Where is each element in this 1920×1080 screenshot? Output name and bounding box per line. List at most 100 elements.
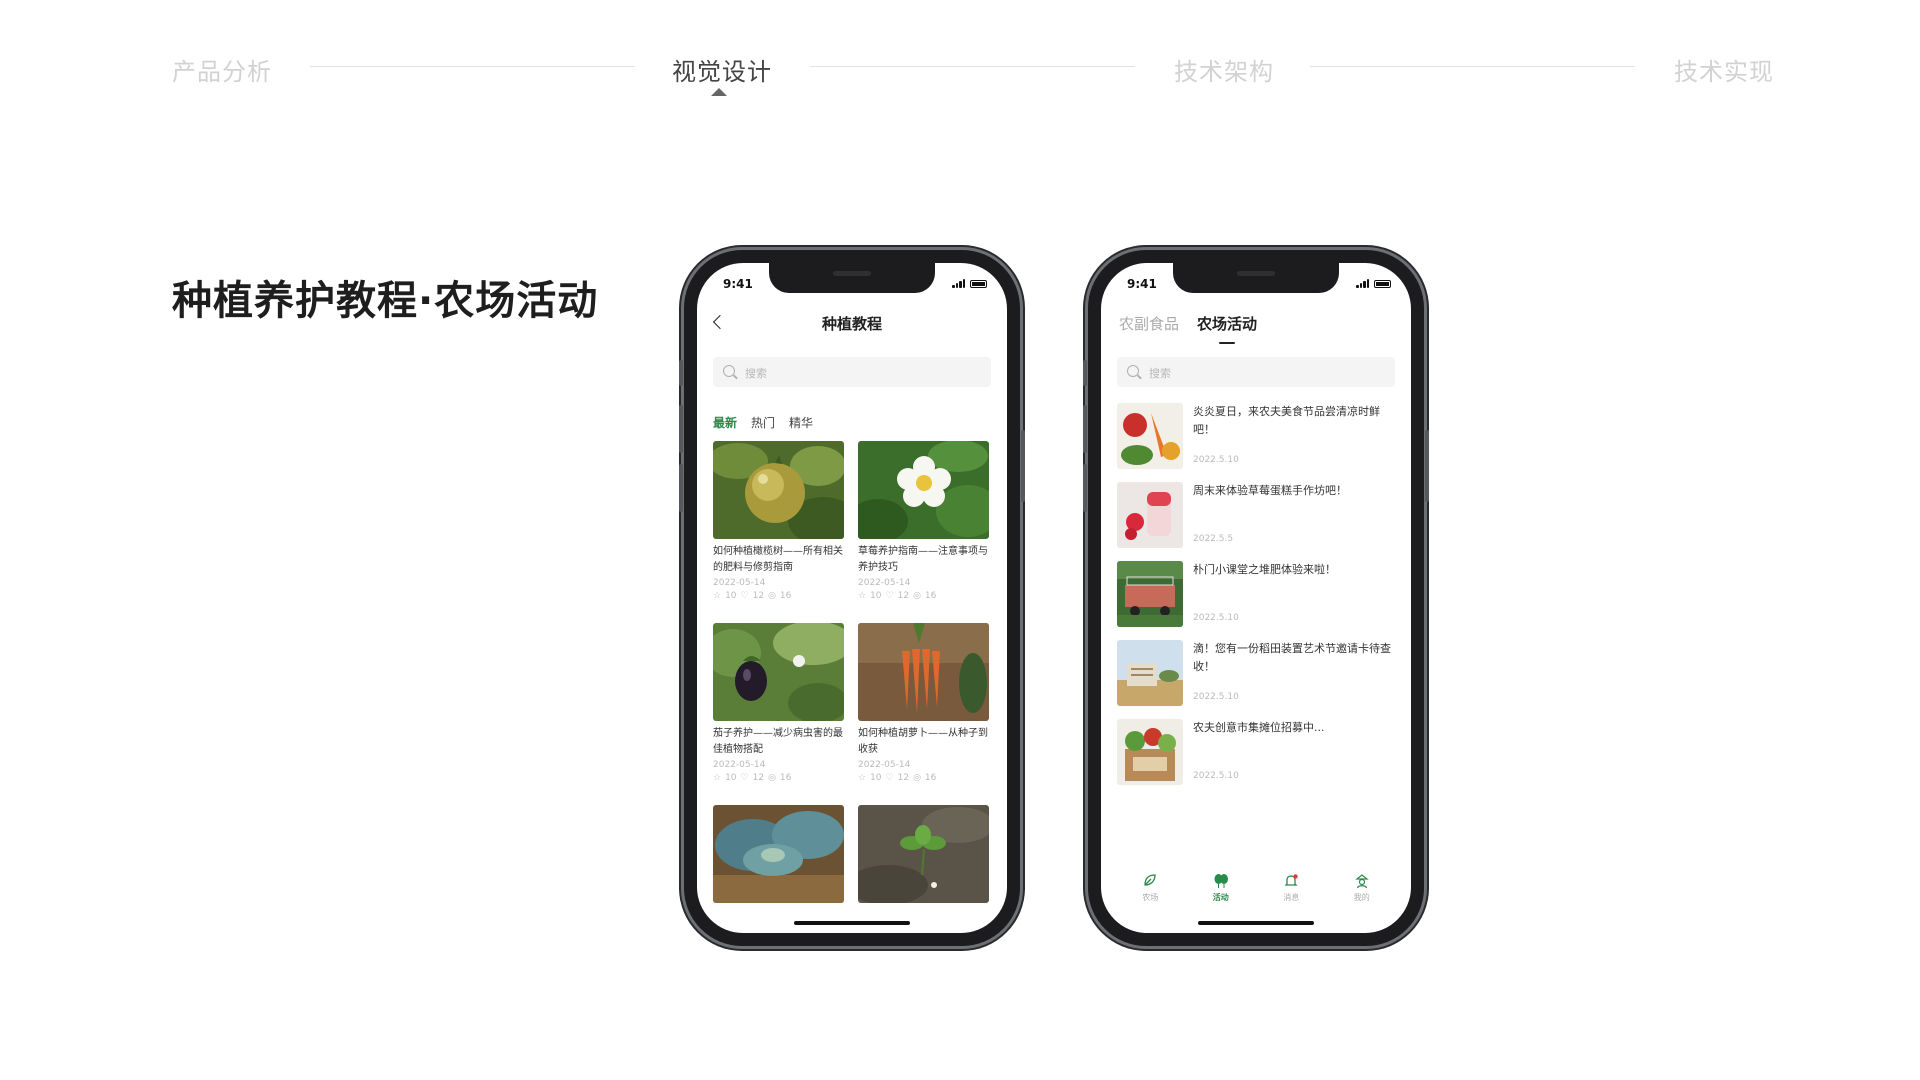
card-title: 如何种植橄榄树——所有相关的肥料与修剪指南 bbox=[713, 546, 843, 573]
tabbar-activities[interactable]: 活动 bbox=[1196, 873, 1246, 913]
list-item[interactable]: 朴门小课堂之堆肥体验来啦！ 2022.5.10 bbox=[1117, 561, 1397, 640]
step-divider bbox=[810, 66, 1135, 67]
home-indicator bbox=[794, 921, 910, 925]
battery-icon bbox=[970, 280, 987, 288]
card-title: 草莓养护指南——注意事项与养护技巧 bbox=[858, 546, 988, 573]
heart-icon: ♡ bbox=[885, 773, 894, 783]
view-count: 16 bbox=[924, 773, 937, 783]
green-tomato-photo bbox=[713, 441, 844, 539]
page-title: 种植教程 bbox=[821, 315, 882, 333]
phone-button bbox=[1083, 360, 1087, 386]
phone-notch bbox=[769, 263, 935, 293]
heart-icon: ♡ bbox=[740, 591, 749, 601]
item-date: 2022.5.10 bbox=[1193, 613, 1239, 623]
leaf-icon bbox=[1125, 873, 1175, 889]
star-icon: ☆ bbox=[858, 773, 867, 783]
farm-truck-photo bbox=[1117, 561, 1183, 627]
tutorial-card[interactable]: 草莓养护指南——注意事项与养护技巧 2022-05-14 ☆ 10 ♡ 12 ◎ 16 bbox=[858, 441, 989, 623]
like-count: 12 bbox=[752, 773, 765, 783]
eye-icon: ◎ bbox=[913, 773, 921, 783]
tutorial-card[interactable] bbox=[713, 805, 844, 933]
like-count: 12 bbox=[752, 591, 765, 601]
step-tech-architecture[interactable]: 技术架构 bbox=[1174, 52, 1274, 87]
tabbar-label: 消息 bbox=[1283, 893, 1300, 902]
tabbar-profile[interactable]: 我的 bbox=[1337, 873, 1387, 913]
step-visual-design[interactable]: 视觉设计 bbox=[672, 52, 772, 87]
list-item[interactable]: 滴！您有一份稻田装置艺术节邀请卡待查收！ 2022.5.10 bbox=[1117, 640, 1397, 719]
tab-farm-food[interactable]: 农副食品 bbox=[1119, 313, 1179, 334]
bell-icon bbox=[1266, 873, 1316, 889]
phone-notch bbox=[1173, 263, 1339, 293]
list-item[interactable]: 炎炎夏日，来农夫美食节品尝清凉时鲜吧！ 2022.5.10 bbox=[1117, 403, 1397, 482]
eye-icon: ◎ bbox=[913, 591, 921, 601]
tab-farm-activities[interactable]: 农场活动 bbox=[1197, 313, 1257, 344]
phone-mockup-tutorials: 9:41 种植教程 搜索 最新 热门 精华 如何种植橄榄树——所有相关的肥料与修… bbox=[679, 250, 1025, 946]
view-count: 16 bbox=[924, 591, 937, 601]
tab-featured[interactable]: 精华 bbox=[789, 414, 813, 431]
item-title: 朴门小课堂之堆肥体验来啦！ bbox=[1193, 563, 1336, 576]
tutorial-card[interactable]: 如何种植胡萝卜——从种子到收获 2022-05-14 ☆ 10 ♡ 12 ◎ 16 bbox=[858, 623, 989, 805]
eye-icon: ◎ bbox=[768, 773, 776, 783]
tutorial-card[interactable]: 茄子养护——减少病虫害的最佳植物搭配 2022-05-14 ☆ 10 ♡ 12 ◎ 1… bbox=[713, 623, 844, 805]
card-title: 如何种植胡萝卜——从种子到收获 bbox=[858, 728, 988, 755]
tutorial-card[interactable]: 如何种植橄榄树——所有相关的肥料与修剪指南 2022-05-14 ☆ 10 ♡ 12… bbox=[713, 441, 844, 623]
category-tabs: 农副食品 农场活动 bbox=[1119, 313, 1257, 344]
view-count: 16 bbox=[779, 773, 792, 783]
search-icon bbox=[1127, 365, 1139, 377]
card-title: 茄子养护——减少病虫害的最佳植物搭配 bbox=[713, 728, 843, 755]
phone-button bbox=[679, 405, 683, 453]
step-tech-implementation[interactable]: 技术实现 bbox=[1674, 52, 1774, 87]
card-date: 2022-05-14 bbox=[858, 760, 911, 770]
step-product-analysis[interactable]: 产品分析 bbox=[172, 52, 272, 87]
active-step-caret-icon bbox=[711, 88, 727, 96]
phone-screen: 9:41 农副食品 农场活动 搜索 炎炎夏日，来农夫美食节品尝清凉时鲜吧！ 20… bbox=[1101, 263, 1411, 933]
item-date: 2022.5.10 bbox=[1193, 455, 1239, 465]
battery-icon bbox=[1374, 280, 1391, 288]
star-count: 10 bbox=[725, 773, 737, 783]
search-input[interactable]: 搜索 bbox=[1117, 357, 1395, 387]
item-title: 农夫创意市集摊位招募中... bbox=[1193, 721, 1325, 734]
star-icon: ☆ bbox=[858, 591, 867, 601]
rice-field-photo bbox=[1117, 640, 1183, 706]
list-item[interactable]: 周末来体验草莓蛋糕手作坊吧！ 2022.5.5 bbox=[1117, 482, 1397, 561]
balloon-icon bbox=[1196, 873, 1246, 889]
star-icon: ☆ bbox=[713, 773, 722, 783]
tabbar-label: 我的 bbox=[1353, 893, 1370, 902]
item-title: 滴！您有一份稻田装置艺术节邀请卡待查收！ bbox=[1193, 642, 1391, 673]
section-heading: 种植养护教程·农场活动 bbox=[172, 278, 599, 324]
status-time: 9:41 bbox=[1127, 277, 1157, 291]
carrots-photo bbox=[858, 623, 989, 721]
phone-mockup-activities: 9:41 农副食品 农场活动 搜索 炎炎夏日，来农夫美食节品尝清凉时鲜吧！ 20… bbox=[1083, 250, 1429, 946]
eggplant-photo bbox=[713, 623, 844, 721]
card-stats: ☆ 10 ♡ 12 ◎ 16 bbox=[858, 773, 989, 783]
tabbar-farm[interactable]: 农场 bbox=[1125, 873, 1175, 913]
bottom-tab-bar: 农场 活动 消息 我的 bbox=[1101, 873, 1411, 913]
phone-button bbox=[1425, 430, 1429, 502]
list-item[interactable]: 农夫创意市集摊位招募中... 2022.5.10 bbox=[1117, 719, 1397, 798]
search-placeholder: 搜索 bbox=[1149, 367, 1171, 380]
signal-icon bbox=[1356, 279, 1369, 288]
tab-latest[interactable]: 最新 bbox=[713, 414, 737, 431]
phone-button bbox=[1083, 405, 1087, 453]
vegetables-photo bbox=[1117, 403, 1183, 469]
phone-button bbox=[679, 360, 683, 386]
star-count: 10 bbox=[870, 773, 882, 783]
user-icon bbox=[1337, 873, 1387, 889]
seedling-photo bbox=[858, 805, 989, 903]
tutorial-card[interactable] bbox=[858, 805, 989, 933]
like-count: 12 bbox=[897, 773, 910, 783]
tabbar-label: 活动 bbox=[1212, 893, 1229, 902]
item-date: 2022.5.10 bbox=[1193, 771, 1239, 781]
tab-hot[interactable]: 热门 bbox=[751, 414, 775, 431]
item-date: 2022.5.10 bbox=[1193, 692, 1239, 702]
strawberry-dessert-photo bbox=[1117, 482, 1183, 548]
tabbar-messages[interactable]: 消息 bbox=[1266, 873, 1316, 913]
activity-list: 炎炎夏日，来农夫美食节品尝清凉时鲜吧！ 2022.5.10 周末来体验草莓蛋糕手… bbox=[1117, 403, 1397, 798]
nav-header: 种植教程 bbox=[697, 309, 1007, 339]
phone-button bbox=[1083, 464, 1087, 512]
star-icon: ☆ bbox=[713, 591, 722, 601]
eye-icon: ◎ bbox=[768, 591, 776, 601]
search-input[interactable]: 搜索 bbox=[713, 357, 991, 387]
status-icons bbox=[952, 279, 987, 288]
phone-button bbox=[1021, 430, 1025, 502]
